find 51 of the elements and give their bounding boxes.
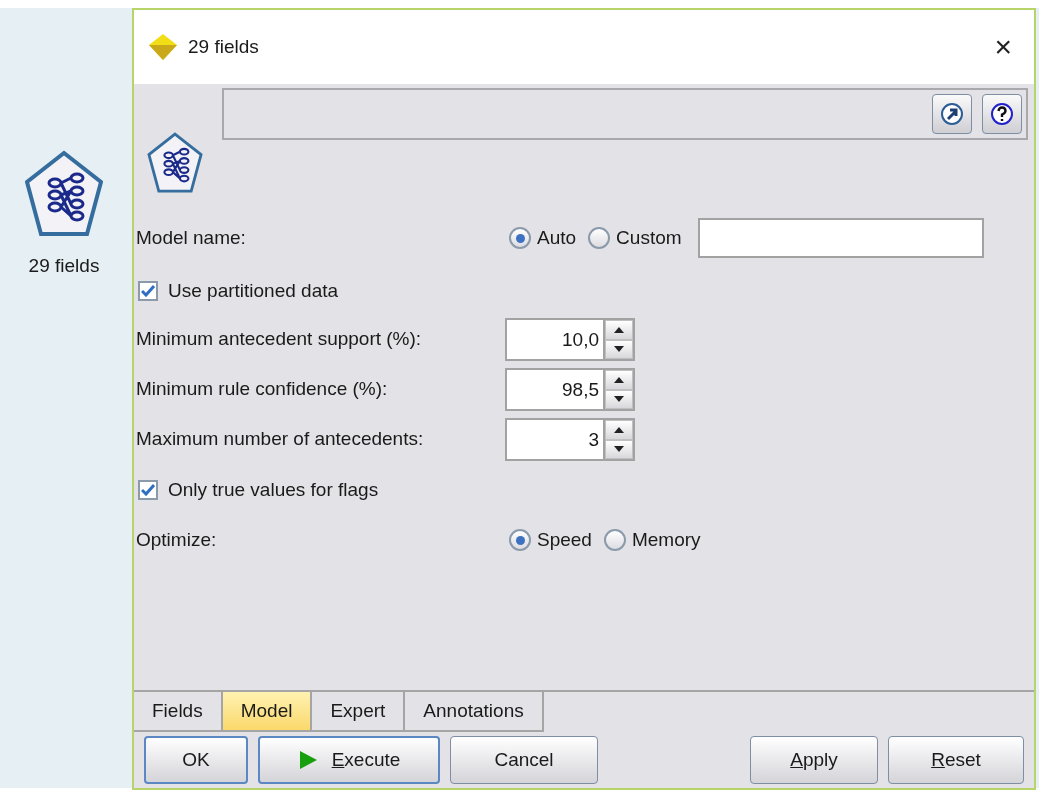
- triangle-up-icon: [614, 326, 624, 333]
- radio-label: Custom: [616, 225, 682, 250]
- radio-button[interactable]: [509, 529, 531, 551]
- dialog-button[interactable]: Reset: [888, 736, 1024, 784]
- execute-button[interactable]: Execute: [258, 736, 440, 784]
- window-title: 29 fields: [188, 34, 260, 59]
- field-label: Minimum antecedent support (%):: [135, 327, 423, 352]
- spinner-field[interactable]: 3: [505, 418, 605, 461]
- spin-down-button[interactable]: [605, 339, 633, 359]
- radio-button[interactable]: [588, 227, 611, 249]
- field-label: Model name:: [135, 225, 247, 250]
- spin-down-button[interactable]: [605, 439, 633, 459]
- network-node-icon[interactable]: [25, 150, 103, 238]
- help-button[interactable]: [982, 94, 1022, 134]
- field-label: Optimize:: [135, 527, 218, 552]
- spin-up-button[interactable]: [605, 320, 633, 340]
- dialog-button[interactable]: Cancel: [450, 736, 598, 784]
- radio-label: Memory: [631, 527, 701, 552]
- dialog-button[interactable]: Apply: [750, 736, 878, 784]
- spinner-field[interactable]: 10,0: [505, 318, 605, 361]
- triangle-up-icon: [614, 376, 624, 383]
- checkbox[interactable]: [138, 281, 158, 301]
- triangle-down-icon: [614, 346, 624, 353]
- dialog-button[interactable]: OK: [144, 736, 248, 784]
- close-button[interactable]: ×: [986, 32, 1020, 62]
- play-icon: [297, 750, 318, 770]
- field-label: Minimum rule confidence (%):: [135, 377, 389, 402]
- model-name-field[interactable]: [697, 218, 984, 258]
- radio-label: Speed: [537, 527, 592, 552]
- radio-button[interactable]: [603, 529, 626, 551]
- triangle-down-icon: [614, 396, 624, 403]
- radio-label: Auto: [537, 225, 577, 250]
- radio-button[interactable]: [509, 227, 531, 249]
- tab[interactable]: Model: [222, 692, 313, 732]
- checkbox[interactable]: [138, 480, 158, 500]
- triangle-up-icon: [614, 426, 624, 433]
- node-label: 29 fields: [28, 254, 100, 278]
- launch-button[interactable]: [932, 94, 972, 134]
- tab[interactable]: Expert: [312, 692, 406, 732]
- spinner-field[interactable]: 98,5: [505, 368, 605, 411]
- field-label: Maximum number of antecedents:: [135, 427, 425, 452]
- checkbox-label: Only true values for flags: [168, 477, 379, 502]
- checkbox-label: Use partitioned data: [168, 278, 339, 303]
- spin-up-button[interactable]: [605, 420, 633, 440]
- triangle-down-icon: [614, 446, 624, 453]
- question-mark-icon: [989, 101, 1015, 127]
- diamond-icon: [148, 33, 178, 61]
- tab[interactable]: Annotations: [405, 692, 544, 732]
- tab[interactable]: Fields: [134, 692, 223, 732]
- spin-down-button[interactable]: [605, 389, 633, 409]
- spin-up-button[interactable]: [605, 370, 633, 390]
